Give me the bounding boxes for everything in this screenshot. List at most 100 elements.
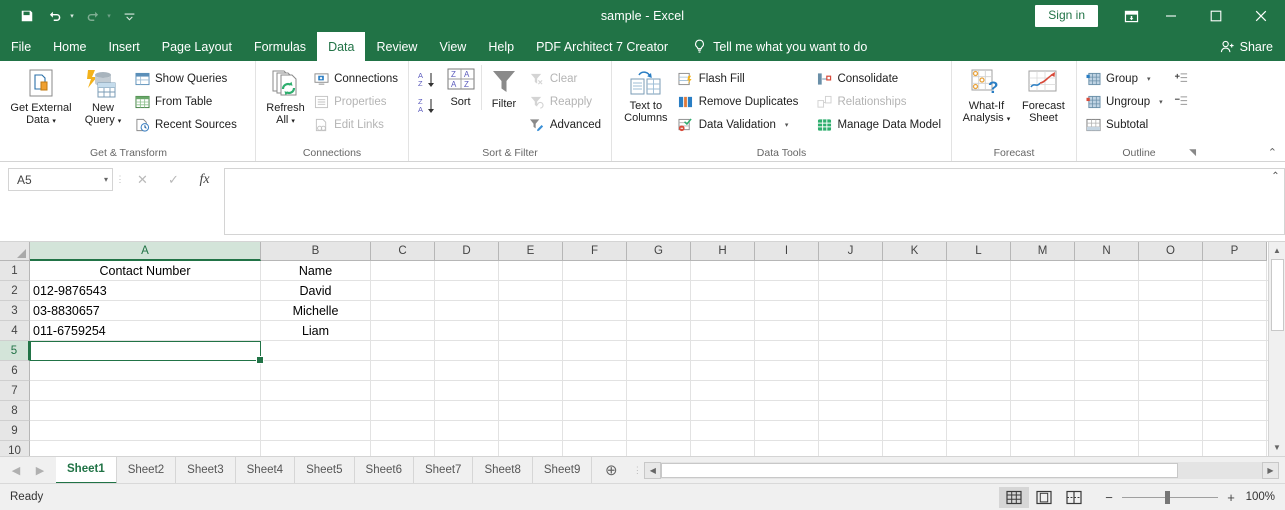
cell-J9[interactable] [819, 421, 883, 440]
row-header-5[interactable]: 5 [0, 341, 30, 361]
sheet-tab-sheet6[interactable]: Sheet6 [354, 456, 414, 483]
relationships-button[interactable]: Relationships [813, 90, 946, 113]
cell-A4[interactable]: 011-6759254 [30, 321, 261, 340]
cell-M10[interactable] [1011, 441, 1075, 456]
cell-C5[interactable] [371, 341, 435, 360]
cell-K2[interactable] [883, 281, 947, 300]
cell-D6[interactable] [435, 361, 499, 380]
vertical-scrollbar[interactable]: ▲ ▼ [1268, 242, 1285, 456]
cell-D9[interactable] [435, 421, 499, 440]
cell-J3[interactable] [819, 301, 883, 320]
cell-N1[interactable] [1075, 261, 1139, 280]
cell-L2[interactable] [947, 281, 1011, 300]
cell-B4[interactable]: Liam [261, 321, 371, 340]
cell-A7[interactable] [30, 381, 261, 400]
cell-F1[interactable] [563, 261, 627, 280]
horizontal-scrollbar[interactable]: ◀ ▶ [644, 461, 1279, 479]
cell-K10[interactable] [883, 441, 947, 456]
redo-dropdown-icon[interactable]: ▾ [104, 12, 114, 20]
data-validation-button[interactable]: Data Validation ▾ [675, 113, 804, 136]
cell-K6[interactable] [883, 361, 947, 380]
column-header-P[interactable]: P [1203, 242, 1267, 261]
cell-F10[interactable] [563, 441, 627, 456]
cell-I1[interactable] [755, 261, 819, 280]
cell-G4[interactable] [627, 321, 691, 340]
cell-P8[interactable] [1203, 401, 1267, 420]
cell-M9[interactable] [1011, 421, 1075, 440]
expand-formula-bar-icon[interactable]: ⌃ [1267, 168, 1285, 235]
cell-I6[interactable] [755, 361, 819, 380]
row-header-8[interactable]: 8 [0, 401, 30, 421]
cell-N10[interactable] [1075, 441, 1139, 456]
cell-B10[interactable] [261, 441, 371, 456]
column-header-A[interactable]: A [30, 242, 261, 261]
cell-N6[interactable] [1075, 361, 1139, 380]
scroll-up-icon[interactable]: ▲ [1269, 242, 1285, 259]
cell-A6[interactable] [30, 361, 261, 380]
column-header-I[interactable]: I [755, 242, 819, 261]
cell-C4[interactable] [371, 321, 435, 340]
cell-G3[interactable] [627, 301, 691, 320]
cell-N9[interactable] [1075, 421, 1139, 440]
cell-A5[interactable] [30, 341, 261, 360]
enter-formula-icon[interactable]: ✓ [158, 168, 189, 191]
cell-I8[interactable] [755, 401, 819, 420]
tell-me-search[interactable]: Tell me what you want to do [693, 32, 867, 61]
column-header-K[interactable]: K [883, 242, 947, 261]
consolidate-button[interactable]: Consolidate [813, 67, 946, 90]
from-table-button[interactable]: From Table [131, 90, 242, 113]
cell-M4[interactable] [1011, 321, 1075, 340]
column-header-L[interactable]: L [947, 242, 1011, 261]
cell-O2[interactable] [1139, 281, 1203, 300]
column-header-C[interactable]: C [371, 242, 435, 261]
cell-D5[interactable] [435, 341, 499, 360]
cell-I9[interactable] [755, 421, 819, 440]
sheet-tab-sheet5[interactable]: Sheet5 [295, 456, 355, 483]
tab-data[interactable]: Data [317, 32, 366, 61]
customize-quick-access-icon[interactable] [116, 4, 142, 28]
tab-page-layout[interactable]: Page Layout [151, 32, 243, 61]
scroll-right-icon[interactable]: ▶ [1262, 461, 1279, 479]
cell-E7[interactable] [499, 381, 563, 400]
cell-I3[interactable] [755, 301, 819, 320]
formula-bar-grip[interactable]: ⋮ [113, 168, 127, 235]
cell-L3[interactable] [947, 301, 1011, 320]
subtotal-button[interactable]: Subtotal [1082, 113, 1168, 136]
cell-O9[interactable] [1139, 421, 1203, 440]
insert-function-icon[interactable]: fx [189, 168, 220, 191]
text-to-columns-button[interactable]: Text to Columns [617, 65, 675, 124]
zoom-level-label[interactable]: 100% [1237, 491, 1275, 503]
cell-E2[interactable] [499, 281, 563, 300]
cell-M5[interactable] [1011, 341, 1075, 360]
sheet-tab-sheet9[interactable]: Sheet9 [532, 456, 593, 483]
row-header-6[interactable]: 6 [0, 361, 30, 381]
flash-fill-button[interactable]: Flash Fill [675, 67, 804, 90]
cell-E1[interactable] [499, 261, 563, 280]
advanced-filter-button[interactable]: Advanced [526, 113, 606, 136]
cell-P2[interactable] [1203, 281, 1267, 300]
zoom-slider-thumb[interactable] [1165, 490, 1171, 504]
cell-C6[interactable] [371, 361, 435, 380]
page-layout-view-icon[interactable] [1029, 487, 1059, 508]
cell-N5[interactable] [1075, 341, 1139, 360]
cell-P10[interactable] [1203, 441, 1267, 456]
cell-K9[interactable] [883, 421, 947, 440]
cell-J6[interactable] [819, 361, 883, 380]
maximize-button[interactable] [1193, 0, 1238, 32]
what-if-analysis-button[interactable]: ? What-If Analysis ▾ [957, 65, 1016, 126]
cell-O5[interactable] [1139, 341, 1203, 360]
ungroup-dropdown-icon[interactable]: ▾ [1159, 98, 1163, 106]
cell-D2[interactable] [435, 281, 499, 300]
tab-insert[interactable]: Insert [98, 32, 151, 61]
cell-B8[interactable] [261, 401, 371, 420]
zoom-slider[interactable] [1122, 490, 1218, 504]
new-query-button[interactable]: New Query ▾ [75, 65, 131, 128]
edit-links-button[interactable]: Edit Links [310, 113, 403, 136]
cell-J7[interactable] [819, 381, 883, 400]
cell-D1[interactable] [435, 261, 499, 280]
cell-P9[interactable] [1203, 421, 1267, 440]
cell-G7[interactable] [627, 381, 691, 400]
cell-B1[interactable]: Name [261, 261, 371, 280]
cell-D7[interactable] [435, 381, 499, 400]
cell-H5[interactable] [691, 341, 755, 360]
